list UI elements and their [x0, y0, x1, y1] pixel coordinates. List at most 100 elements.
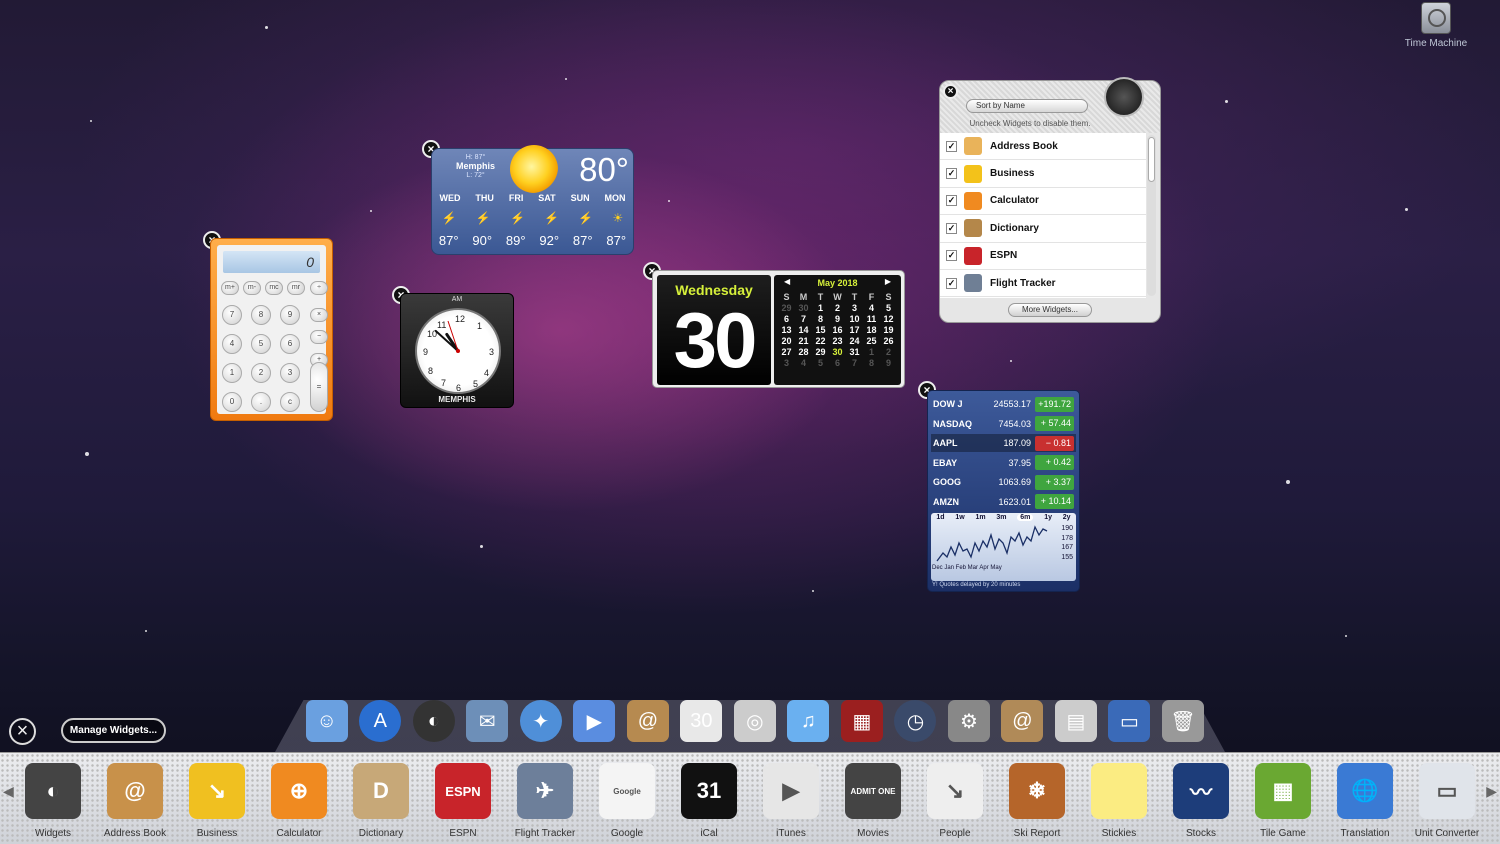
- desktop-stack-icon[interactable]: ▭: [1108, 700, 1151, 742]
- ical-date-cell: 13: [781, 325, 792, 335]
- widget-enable-checkbox[interactable]: ✓: [946, 250, 957, 262]
- calc-key-clear[interactable]: c: [280, 392, 300, 412]
- widget-bar-item-espn[interactable]: ESPN ESPN: [423, 763, 503, 839]
- widget-bar-item-translation[interactable]: 🌐 Translation: [1325, 763, 1405, 839]
- calc-key-2[interactable]: 2: [251, 363, 271, 383]
- stock-change[interactable]: + 0.42: [1035, 455, 1074, 470]
- stock-change[interactable]: + 10.14: [1035, 494, 1074, 509]
- widget-bar-item-ski-report[interactable]: ❄ Ski Report: [997, 763, 1077, 839]
- widget-bar-item-google[interactable]: Google Google: [587, 763, 667, 839]
- widget-list-item[interactable]: ✓ Business: [940, 160, 1146, 188]
- manage-widgets-button[interactable]: Manage Widgets...: [61, 718, 166, 743]
- ical-icon[interactable]: 30: [680, 700, 723, 742]
- finder-icon[interactable]: ☺: [305, 700, 348, 742]
- stock-row[interactable]: NASDAQ 7454.03 + 57.44: [931, 415, 1076, 433]
- stock-change[interactable]: +191.72: [1035, 396, 1074, 412]
- dashboard-icon[interactable]: ◐: [412, 700, 455, 742]
- stock-row[interactable]: EBAY 37.95 + 0.42: [931, 454, 1076, 472]
- calc-key-minus[interactable]: −: [310, 330, 328, 344]
- calculator-widget: 0 m+ m- mc mr ÷ 7 8 9 × 4 5 6 − 1 2 3 + …: [210, 238, 333, 421]
- stock-change[interactable]: + 57.44: [1035, 416, 1074, 431]
- calc-key-0[interactable]: 0: [222, 392, 242, 412]
- calc-key-9[interactable]: 9: [280, 305, 300, 325]
- widget-bar-item-flight-tracker[interactable]: ✈ Flight Tracker: [505, 763, 585, 839]
- widget-bar-item-movies[interactable]: ADMIT ONE Movies: [833, 763, 913, 839]
- calc-key-multiply[interactable]: ×: [310, 308, 328, 322]
- safari-icon[interactable]: ✦: [519, 700, 562, 742]
- sort-select[interactable]: Sort by Name: [966, 99, 1088, 113]
- documents-stack-icon[interactable]: ▤: [1054, 700, 1097, 742]
- stock-range-6m[interactable]: 6m: [1017, 514, 1034, 521]
- widget-bar-item-unit-converter[interactable]: ▭ Unit Converter: [1407, 763, 1487, 839]
- stock-row[interactable]: AMZN 1623.01 + 10.14: [931, 493, 1076, 511]
- system-preferences-icon[interactable]: ⚙: [947, 700, 990, 742]
- stock-range-1d[interactable]: 1d: [936, 514, 944, 521]
- ical-date-cell: 9: [834, 314, 840, 324]
- more-widgets-button[interactable]: More Widgets...: [1008, 303, 1092, 317]
- widget-bar-item-stocks[interactable]: 〰 Stocks: [1161, 763, 1241, 839]
- stock-range-1w[interactable]: 1w: [955, 514, 964, 521]
- widget-list-item[interactable]: ✓ Dictionary: [940, 215, 1146, 243]
- calc-key-7[interactable]: 7: [222, 305, 242, 325]
- widget-bar-item-calculator[interactable]: ⊕ Calculator: [259, 763, 339, 839]
- widget-list-item[interactable]: ✓ Address Book: [940, 133, 1146, 161]
- widget-enable-checkbox[interactable]: ✓: [946, 140, 957, 152]
- widget-enable-checkbox[interactable]: ✓: [946, 195, 957, 207]
- stock-range-3m[interactable]: 3m: [996, 514, 1006, 521]
- calc-key-mplus[interactable]: m+: [221, 281, 239, 295]
- widget-bar-item-tile-game[interactable]: ▦ Tile Game: [1243, 763, 1323, 839]
- time-machine-icon[interactable]: ◷: [894, 700, 937, 742]
- stock-change[interactable]: − 0.81: [1035, 435, 1074, 451]
- trash-icon[interactable]: 🗑: [1162, 700, 1204, 742]
- calc-key-decimal[interactable]: .: [251, 392, 271, 412]
- app-store-icon[interactable]: A: [359, 700, 402, 742]
- calc-key-5[interactable]: 5: [251, 334, 271, 354]
- widget-bar-item-business[interactable]: ↘ Business: [177, 763, 257, 839]
- stock-row[interactable]: AAPL 187.09 − 0.81: [931, 434, 1076, 452]
- widget-list-item[interactable]: ✓ Flight Tracker: [940, 270, 1146, 298]
- widget-bar-item-ical[interactable]: 31 iCal: [669, 763, 749, 839]
- widget-bar-item-stickies[interactable]: Stickies: [1079, 763, 1159, 839]
- calc-key-divide[interactable]: ÷: [310, 281, 328, 295]
- photo-booth-icon[interactable]: ▦: [840, 700, 883, 742]
- widget-list-item[interactable]: ✓ ESPN: [940, 243, 1146, 270]
- preview-icon[interactable]: ◎: [733, 700, 776, 742]
- widget-bar-item-widgets[interactable]: ◐ Widgets: [13, 763, 93, 839]
- stock-row[interactable]: DOW J 24553.17 +191.72: [931, 395, 1076, 413]
- calc-key-mc[interactable]: mc: [265, 281, 283, 295]
- calc-key-8[interactable]: 8: [251, 305, 271, 325]
- time-machine-desktop-item[interactable]: Time Machine: [1398, 2, 1474, 49]
- stock-row[interactable]: GOOG 1063.69 + 3.37: [931, 473, 1076, 491]
- widget-manager-close-icon[interactable]: ×: [943, 84, 958, 99]
- calc-key-3[interactable]: 3: [280, 363, 300, 383]
- stock-range-2y[interactable]: 2y: [1063, 514, 1071, 521]
- calc-key-6[interactable]: 6: [280, 334, 300, 354]
- widget-list-item[interactable]: ✓ Calculator: [940, 188, 1146, 216]
- applications-stack-icon[interactable]: @: [1001, 700, 1044, 742]
- close-widget-bar-icon[interactable]: ×: [9, 718, 36, 745]
- address-book-icon[interactable]: @: [626, 700, 669, 742]
- calc-key-mr[interactable]: mr: [287, 281, 305, 295]
- widget-bar-next-icon[interactable]: ▶: [1486, 783, 1497, 800]
- widget-bar-label: Stickies: [1101, 828, 1137, 839]
- calc-key-1[interactable]: 1: [222, 363, 242, 383]
- calc-key-equals[interactable]: =: [310, 362, 328, 412]
- ichat-icon[interactable]: ▶: [573, 700, 616, 742]
- widget-enable-checkbox[interactable]: ✓: [946, 222, 957, 234]
- calc-key-mminus[interactable]: m-: [243, 281, 261, 295]
- calc-key-4[interactable]: 4: [222, 334, 242, 354]
- widget-bar-item-itunes[interactable]: ▶ iTunes: [751, 763, 831, 839]
- widget-enable-checkbox[interactable]: ✓: [946, 277, 957, 289]
- itunes-icon[interactable]: ♫: [787, 700, 830, 742]
- widget-bar-item-people[interactable]: ↘ People: [915, 763, 995, 839]
- stock-range-1y[interactable]: 1y: [1044, 514, 1052, 521]
- next-month-arrow-icon[interactable]: ▶: [885, 277, 891, 286]
- widget-list-scrollbar[interactable]: [1147, 135, 1156, 296]
- widget-bar-item-address-book[interactable]: @ Address Book: [95, 763, 175, 839]
- widget-enable-checkbox[interactable]: ✓: [946, 168, 957, 180]
- mail-icon[interactable]: ✉: [466, 700, 509, 742]
- stock-range-1m[interactable]: 1m: [975, 514, 985, 521]
- stock-change[interactable]: + 3.37: [1035, 474, 1074, 490]
- widget-bar-label: Tile Game: [1260, 828, 1306, 839]
- widget-bar-item-dictionary[interactable]: D Dictionary: [341, 763, 421, 839]
